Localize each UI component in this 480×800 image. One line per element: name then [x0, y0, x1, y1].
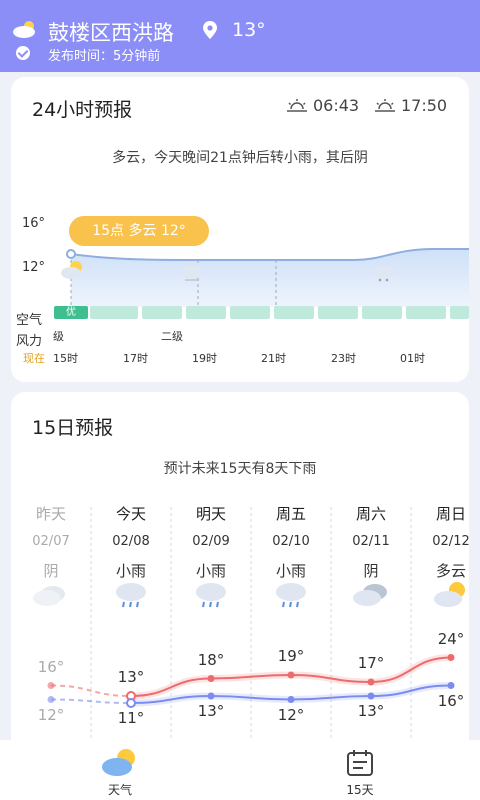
- sunset-time: 17:50: [401, 96, 448, 115]
- air-quality-segment: [450, 306, 469, 319]
- sunset-icon: [375, 99, 395, 112]
- weather-icon: [102, 749, 135, 776]
- hour-label: 23时: [331, 352, 356, 365]
- light-rain-icon: [276, 583, 306, 608]
- low-temp-label: 16°: [437, 691, 465, 710]
- hourly-y-label-high: 16°: [22, 216, 46, 231]
- partly-cloudy-icon: [434, 582, 465, 607]
- partly-cloudy-icon: [61, 261, 82, 279]
- high-temp-label: 18°: [197, 650, 225, 669]
- light-rain-icon: [373, 265, 395, 282]
- low-temp-point: [287, 696, 295, 703]
- calendar-icon: [347, 750, 373, 776]
- air-quality-segment: [274, 306, 314, 319]
- hourly-summary: 多云，今天晚间21点钟后转小雨，其后阴: [112, 150, 368, 166]
- wind-label: 风力: [16, 334, 43, 349]
- air-quality-segment: [186, 306, 226, 319]
- hourly-temperature-chart[interactable]: [54, 237, 469, 307]
- high-temp-point: [367, 678, 375, 686]
- high-temp-past-line: [50, 684, 132, 697]
- air-quality-segment: [90, 306, 138, 319]
- location-name[interactable]: 鼓楼区西洪路: [48, 17, 174, 47]
- hourly-forecast-card: 24小时预报 06:43 17:50 多云，今天晚间21点钟后转小雨，其后阴 1…: [11, 77, 469, 382]
- daily-summary: 预计未来15天有8天下雨: [163, 461, 317, 477]
- cloudy-icon: [33, 586, 65, 606]
- low-temp-label: 13°: [197, 702, 225, 720]
- bottom-tab-bar: 天气 15天: [0, 740, 480, 800]
- hourly-tooltip: 15点 多云 12°: [69, 216, 209, 246]
- current-temperature: 13°: [232, 19, 266, 41]
- high-temp-label: 19°: [277, 647, 305, 665]
- air-quality-segment: [406, 306, 446, 319]
- high-temp-label: 24°: [437, 629, 465, 648]
- air-quality-selected: 优: [54, 306, 88, 319]
- tab-weather-label: 天气: [107, 783, 132, 797]
- location-pin-icon[interactable]: [203, 21, 217, 39]
- air-quality-segment: [362, 306, 402, 319]
- hourly-title: 24小时预报: [32, 99, 133, 121]
- low-temp-point: [47, 696, 55, 703]
- wind-level: 级: [53, 330, 64, 343]
- air-quality-label: 空气: [16, 313, 43, 328]
- cloudy-icon: [353, 584, 387, 606]
- wind-level: 二级: [161, 330, 183, 343]
- daily-temperature-chart[interactable]: [11, 628, 469, 738]
- light-rain-icon: [116, 583, 146, 608]
- air-quality-segment: [230, 306, 270, 319]
- daily-forecast-card: 15日预报 预计未来15天有8天下雨 昨天 02/07 阴 今天 02/08 小…: [11, 392, 469, 752]
- high-temp-label: 16°: [37, 657, 65, 676]
- hour-label: 19时: [192, 352, 217, 365]
- sunrise-time: 06:43: [313, 96, 360, 115]
- high-temp-label: 13°: [117, 668, 145, 686]
- hour-label: 01时: [400, 352, 425, 365]
- now-label: 现在: [23, 352, 45, 365]
- high-temp-point: [287, 671, 295, 679]
- hour-label: 17时: [123, 352, 148, 365]
- low-temp-point: [367, 692, 375, 700]
- check-icon: [16, 46, 30, 60]
- high-temp-point: [207, 675, 215, 682]
- daily-title: 15日预报: [32, 417, 114, 439]
- low-temp-point: [207, 692, 215, 700]
- low-temp-point: [447, 682, 455, 689]
- high-temp-point: [47, 682, 55, 689]
- publish-time: 发布时间：5分钟前: [48, 49, 161, 64]
- light-rain-icon: [196, 583, 226, 608]
- sunrise-icon: [287, 99, 307, 112]
- high-temp-point: [447, 654, 455, 661]
- tab-weather[interactable]: 天气: [60, 740, 180, 800]
- cloudy-sun-icon: [13, 21, 35, 38]
- header: 鼓楼区西洪路 13° 发布时间：5分钟前: [0, 0, 480, 72]
- low-temp-label: 12°: [37, 705, 65, 724]
- air-quality-segment: [142, 306, 182, 319]
- overcast-icon: [181, 265, 203, 281]
- air-quality-bar: 优: [54, 306, 469, 319]
- tab-15-days-label: 15天: [346, 783, 374, 797]
- air-quality-segment: [318, 306, 358, 319]
- hour-label: 21时: [261, 352, 286, 365]
- hour-label: 15时: [53, 352, 78, 365]
- low-temp-label: 11°: [117, 709, 145, 727]
- tab-15-days[interactable]: 15天: [300, 740, 420, 800]
- low-temp-past-line: [50, 698, 132, 704]
- hourly-y-label-low: 12°: [22, 260, 46, 275]
- low-temp-label: 13°: [357, 702, 385, 720]
- low-temp-point: [126, 698, 136, 708]
- high-temp-label: 17°: [357, 654, 385, 672]
- low-temp-label: 12°: [277, 705, 305, 724]
